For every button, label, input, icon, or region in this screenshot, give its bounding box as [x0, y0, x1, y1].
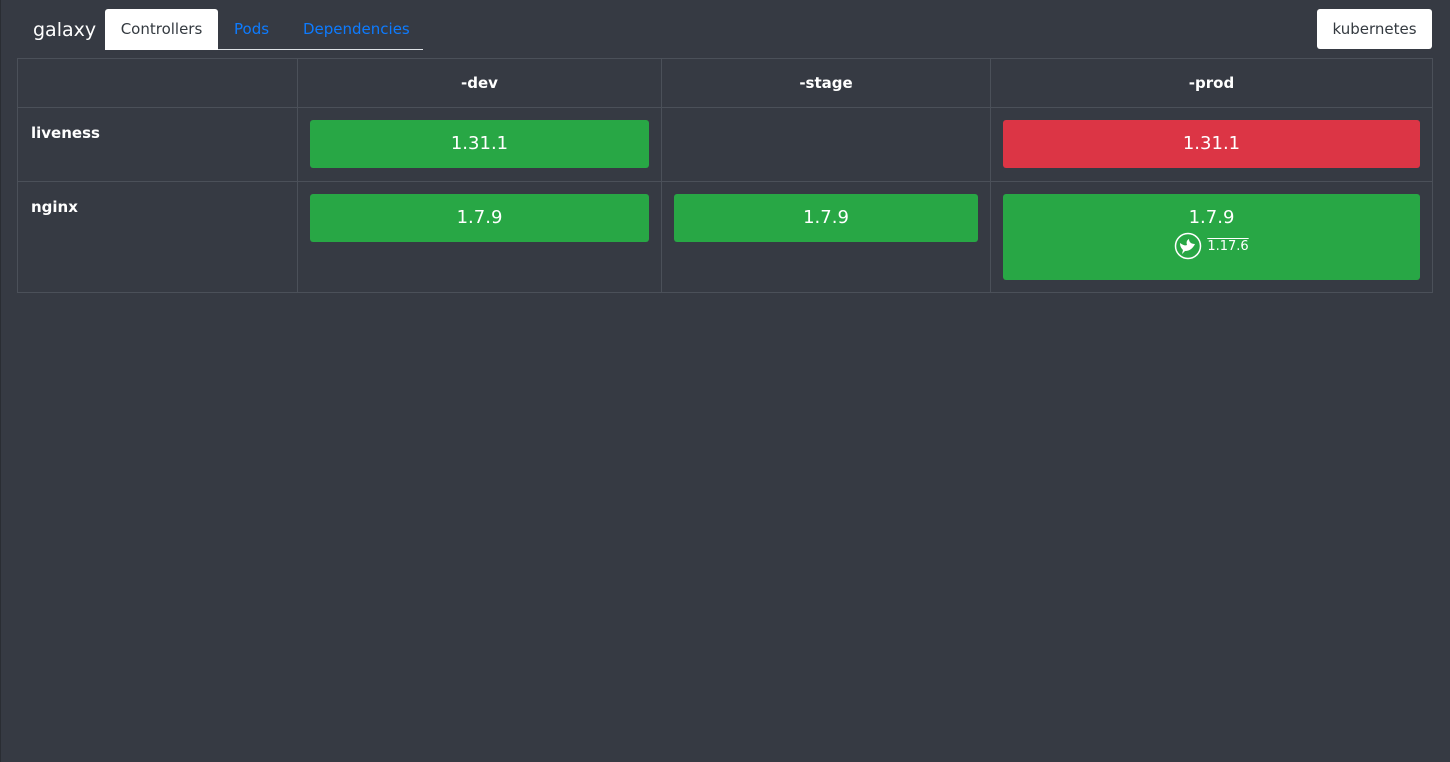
version-badge[interactable]: 1.31.1	[1003, 120, 1420, 168]
cell-prod: 1.7.9 1.17.6	[990, 181, 1433, 293]
cell-stage: 1.7.9	[661, 181, 991, 293]
tab-controllers[interactable]: Controllers	[105, 9, 218, 50]
top-bar: galaxy Controllers Pods Dependencies kub…	[17, 9, 1432, 50]
tab-dependencies[interactable]: Dependencies	[303, 9, 410, 49]
row-name: nginx	[17, 181, 298, 293]
cell-dev: 1.31.1	[297, 107, 662, 182]
table-row: liveness 1.31.1 1.31.1	[17, 107, 1433, 182]
version-badge[interactable]: 1.7.9	[310, 194, 649, 242]
controllers-table: -dev -stage -prod liveness 1.31.1 1.31.1…	[17, 58, 1433, 293]
namespace-button[interactable]: kubernetes	[1317, 9, 1432, 49]
update-version: 1.17.6	[1207, 238, 1249, 254]
table-header-row: -dev -stage -prod	[17, 58, 1433, 108]
row-name: liveness	[17, 107, 298, 182]
cell-prod: 1.31.1	[990, 107, 1433, 182]
cell-dev: 1.7.9	[297, 181, 662, 293]
app-window: galaxy Controllers Pods Dependencies kub…	[0, 0, 1450, 762]
version-badge[interactable]: 1.31.1	[310, 120, 649, 168]
bird-icon	[1175, 232, 1202, 260]
brand-title: galaxy	[33, 19, 97, 41]
header-name	[17, 58, 298, 108]
header-stage: -stage	[661, 58, 991, 108]
tab-pods[interactable]: Pods	[234, 9, 269, 49]
nav-tabs: Controllers Pods Dependencies	[105, 9, 423, 50]
header-dev: -dev	[297, 58, 662, 108]
version-badge[interactable]: 1.7.9	[674, 194, 978, 242]
update-available: 1.17.6	[1174, 232, 1249, 260]
version-badge[interactable]: 1.7.9 1.17.6	[1003, 194, 1420, 280]
version-label: 1.7.9	[1188, 207, 1235, 228]
cell-stage	[661, 107, 991, 182]
table-row: nginx 1.7.9 1.7.9 1.7.9 1.17.6	[17, 181, 1433, 293]
header-prod: -prod	[990, 58, 1433, 108]
